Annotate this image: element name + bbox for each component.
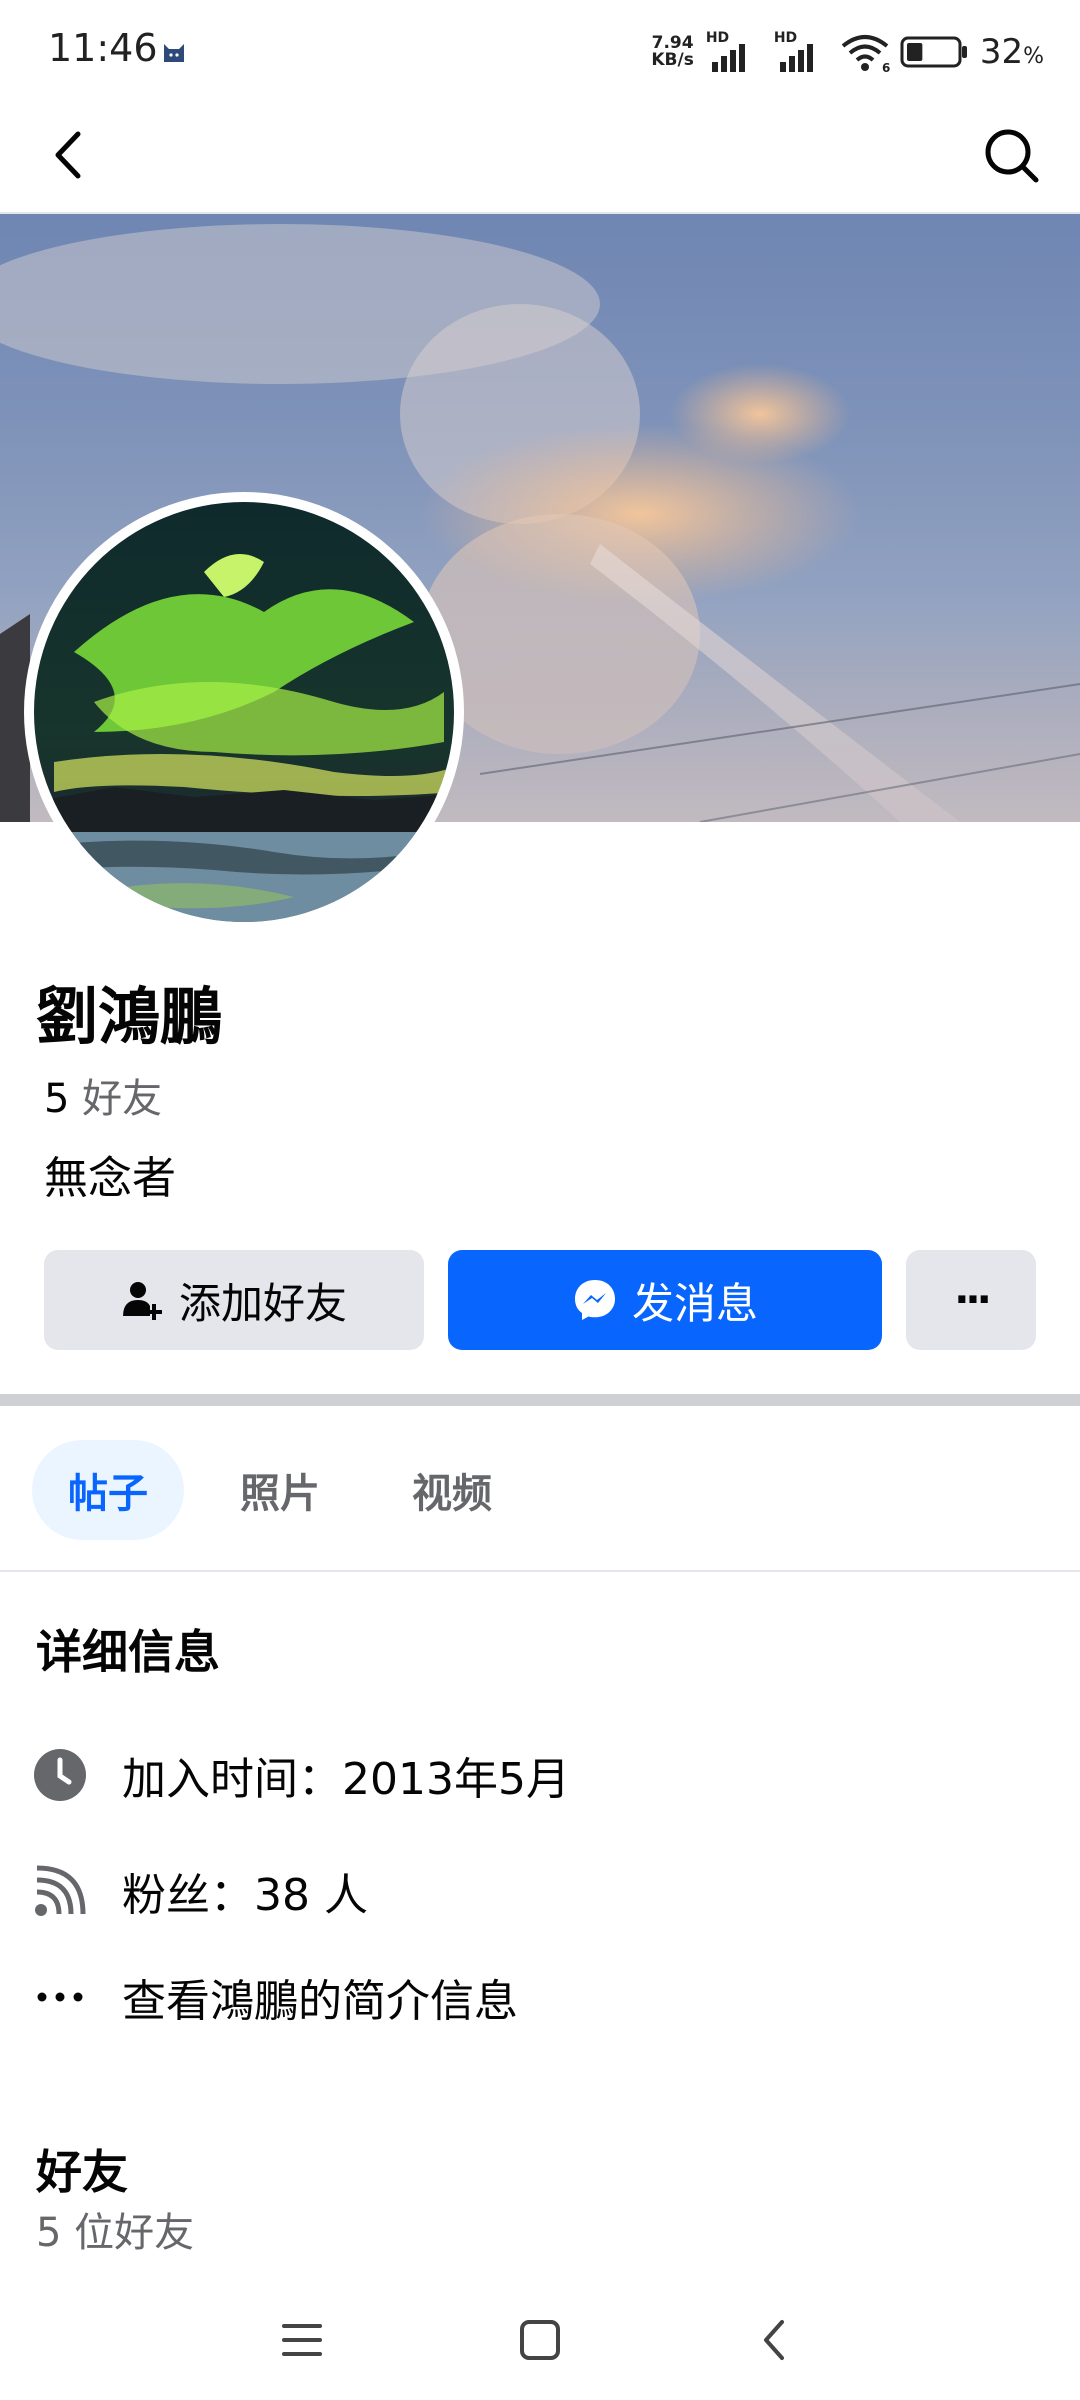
- back-icon[interactable]: [746, 2310, 806, 2370]
- add-friend-label: 添加好友: [178, 1278, 347, 1328]
- messenger-icon: [574, 1280, 615, 1320]
- friends-number: 5: [44, 1076, 70, 1122]
- battery-fill: [906, 43, 923, 61]
- rss-followers-icon: [32, 1863, 88, 1919]
- profile-name: 劉鴻鵬: [36, 980, 223, 1053]
- detail-followers[interactable]: 粉丝：38 人: [32, 1856, 368, 1926]
- tab-posts[interactable]: 帖子: [32, 1440, 184, 1540]
- section-divider: [0, 1394, 1080, 1406]
- network-speed: 7.94 KB/s: [651, 35, 693, 69]
- avatar-image: [34, 502, 454, 922]
- battery-percent: 32%: [980, 32, 1044, 72]
- more-dots-icon: ···: [954, 1277, 992, 1323]
- joined-text: 加入时间：2013年5月: [122, 1754, 570, 1805]
- home-icon[interactable]: [510, 2310, 570, 2370]
- details-heading: 详细信息: [36, 1625, 220, 1679]
- see-about-text: 查看鴻鵬的简介信息: [122, 1976, 518, 2027]
- menu-icon[interactable]: [272, 2310, 332, 2370]
- friends-suffix: 好友: [82, 1076, 163, 1122]
- cat-app-icon: [164, 44, 184, 62]
- profile-bio: 無念者: [44, 1153, 176, 1204]
- tab-videos-label: 视频: [412, 1471, 492, 1517]
- friends-count-summary[interactable]: 5 好友: [44, 1066, 162, 1124]
- cell-signal-icon-2: HD: [772, 30, 830, 74]
- tab-videos[interactable]: 视频: [376, 1440, 528, 1540]
- battery-percent-value: 32: [979, 32, 1024, 72]
- battery-percent-sign: %: [1023, 44, 1044, 69]
- wifi-badge: 6: [882, 61, 890, 74]
- more-dots-icon-row: [32, 1969, 88, 2025]
- net-speed-unit: KB/s: [651, 50, 694, 70]
- friends-count-text[interactable]: 5 位好友: [36, 2200, 194, 2258]
- more-options-button[interactable]: ···: [906, 1250, 1036, 1350]
- top-navigation: [0, 100, 1080, 214]
- cell-signal-icon: HD: [704, 30, 762, 74]
- battery-icon: [900, 36, 967, 68]
- followers-text: 粉丝：38 人: [122, 1870, 368, 1921]
- friends-heading: 好友: [36, 2145, 128, 2199]
- status-time: 11:46: [48, 26, 158, 70]
- send-message-label: 发消息: [631, 1278, 758, 1328]
- tab-photos-label: 照片: [240, 1471, 320, 1517]
- system-navigation-bar: [0, 2280, 1080, 2400]
- add-friend-icon: [122, 1282, 162, 1320]
- status-indicators: 7.94 KB/s HD HD 6 32%: [651, 30, 1044, 74]
- search-icon[interactable]: [976, 120, 1046, 190]
- clock-icon: [32, 1747, 88, 1803]
- detail-joined: 加入时间：2013年5月: [32, 1740, 570, 1810]
- tab-photos[interactable]: 照片: [204, 1440, 356, 1540]
- wifi-icon: 6: [841, 35, 890, 74]
- send-message-button[interactable]: 发消息: [448, 1250, 882, 1350]
- status-bar: 11:46 7.94 KB/s HD HD 6 32%: [0, 0, 1080, 100]
- chevron-left-icon[interactable]: [36, 120, 106, 190]
- detail-see-about[interactable]: 查看鴻鵬的简介信息: [32, 1962, 518, 2032]
- profile-avatar[interactable]: [24, 492, 464, 932]
- profile-tabs: 帖子 照片 视频: [0, 1406, 1080, 1572]
- add-friend-button[interactable]: 添加好友: [44, 1250, 424, 1350]
- tab-posts-label: 帖子: [68, 1471, 148, 1517]
